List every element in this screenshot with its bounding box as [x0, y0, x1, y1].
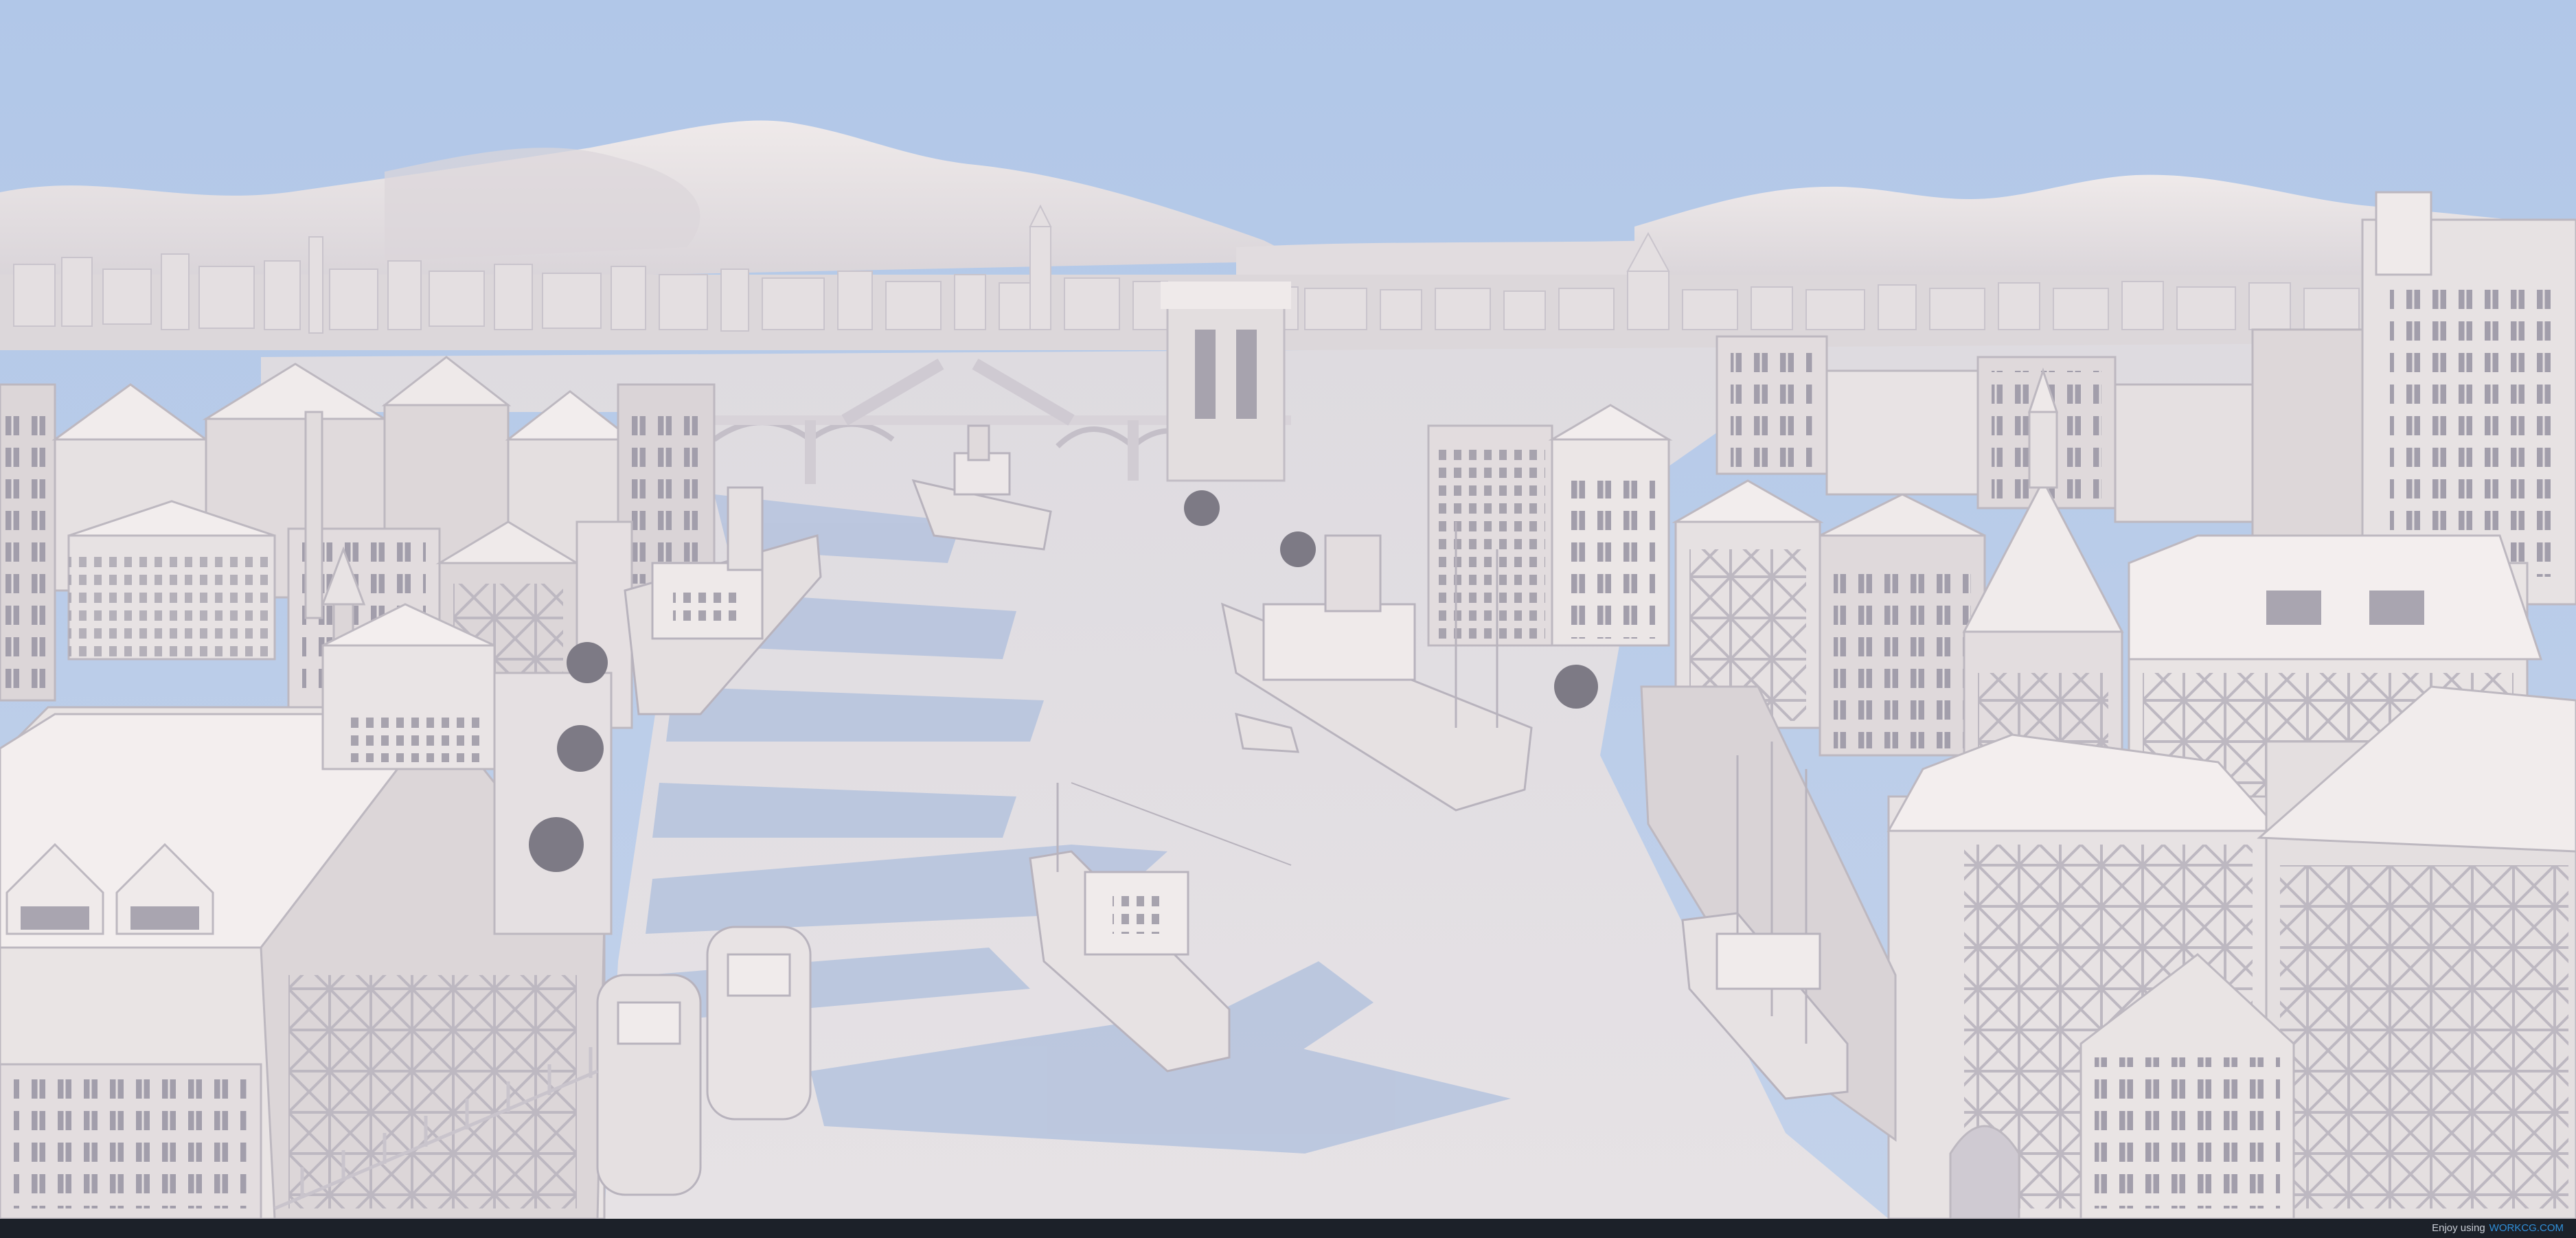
credit-prefix: Enjoy using	[2432, 1222, 2485, 1234]
barge-left	[596, 974, 702, 1196]
footer-bar: Enjoy using WORKCG.COM	[0, 1219, 2576, 1238]
barge-right	[706, 926, 812, 1121]
credit-text: Enjoy using WORKCG.COM	[2432, 1222, 2564, 1235]
central-tower	[1161, 282, 1291, 482]
harbor-city-render	[0, 0, 2576, 1219]
credit-brand-link[interactable]: WORKCG.COM	[2489, 1222, 2564, 1234]
